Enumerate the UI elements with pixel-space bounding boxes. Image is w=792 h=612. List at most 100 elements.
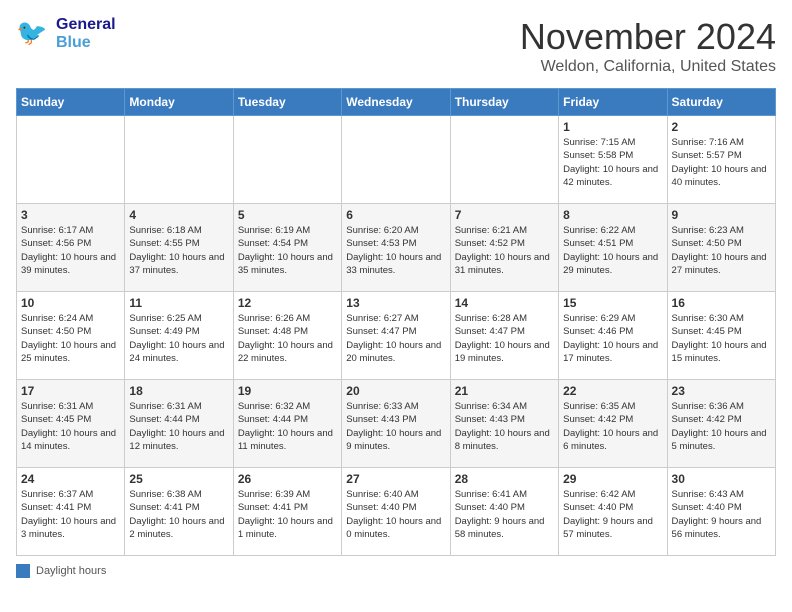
calendar-header: SundayMondayTuesdayWednesdayThursdayFrid… <box>17 89 776 116</box>
day-header-tuesday: Tuesday <box>233 89 341 116</box>
day-number: 23 <box>672 384 771 398</box>
calendar-cell: 13Sunrise: 6:27 AM Sunset: 4:47 PM Dayli… <box>342 292 450 380</box>
calendar-body: 1 Sunrise: 7:15 AM Sunset: 5:58 PM Daylig… <box>17 116 776 556</box>
day-info: Sunrise: 6:32 AM Sunset: 4:44 PM Dayligh… <box>238 400 337 453</box>
day-number: 11 <box>129 296 228 310</box>
day-number: 10 <box>21 296 120 310</box>
day-number: 28 <box>455 472 554 486</box>
day-header-friday: Friday <box>559 89 667 116</box>
day-info: Sunrise: 6:31 AM Sunset: 4:45 PM Dayligh… <box>21 400 120 453</box>
day-header-sunday: Sunday <box>17 89 125 116</box>
day-info: Sunrise: 6:21 AM Sunset: 4:52 PM Dayligh… <box>455 224 554 277</box>
day-number: 2 <box>672 120 771 134</box>
calendar-cell: 24 Sunrise: 6:37 AM Sunset: 4:41 PM Dayli… <box>17 468 125 556</box>
day-number: 19 <box>238 384 337 398</box>
calendar-cell: 5Sunrise: 6:19 AM Sunset: 4:54 PM Daylig… <box>233 204 341 292</box>
day-info: Sunrise: 6:37 AM Sunset: 4:41 PM Dayligh… <box>21 488 120 541</box>
day-info: Sunrise: 6:22 AM Sunset: 4:51 PM Dayligh… <box>563 224 662 277</box>
day-number: 24 <box>21 472 120 486</box>
logo: 🐦 General Blue <box>16 16 116 52</box>
calendar-table: SundayMondayTuesdayWednesdayThursdayFrid… <box>16 88 776 556</box>
calendar-cell: 25 Sunrise: 6:38 AM Sunset: 4:41 PM Dayli… <box>125 468 233 556</box>
calendar-cell <box>125 116 233 204</box>
calendar-cell: 3 Sunrise: 6:17 AM Sunset: 4:56 PM Daylig… <box>17 204 125 292</box>
day-number: 8 <box>563 208 662 222</box>
day-info: Sunrise: 6:31 AM Sunset: 4:44 PM Dayligh… <box>129 400 228 453</box>
day-number: 22 <box>563 384 662 398</box>
day-info: Sunrise: 6:33 AM Sunset: 4:43 PM Dayligh… <box>346 400 445 453</box>
calendar-cell: 22 Sunrise: 6:35 AM Sunset: 4:42 PM Dayli… <box>559 380 667 468</box>
day-number: 26 <box>238 472 337 486</box>
day-header-saturday: Saturday <box>667 89 775 116</box>
day-info: Sunrise: 6:38 AM Sunset: 4:41 PM Dayligh… <box>129 488 228 541</box>
calendar-cell <box>17 116 125 204</box>
week-row-2: 3 Sunrise: 6:17 AM Sunset: 4:56 PM Daylig… <box>17 204 776 292</box>
legend-box <box>16 564 30 578</box>
day-info: Sunrise: 6:24 AM Sunset: 4:50 PM Dayligh… <box>21 312 120 365</box>
calendar-cell: 16Sunrise: 6:30 AM Sunset: 4:45 PM Dayli… <box>667 292 775 380</box>
calendar-cell: 15Sunrise: 6:29 AM Sunset: 4:46 PM Dayli… <box>559 292 667 380</box>
day-info: Sunrise: 6:18 AM Sunset: 4:55 PM Dayligh… <box>129 224 228 277</box>
calendar-cell: 30 Sunrise: 6:43 AM Sunset: 4:40 PM Dayli… <box>667 468 775 556</box>
calendar-cell <box>342 116 450 204</box>
logo-icon: 🐦 <box>16 16 52 52</box>
day-info: Sunrise: 6:36 AM Sunset: 4:42 PM Dayligh… <box>672 400 771 453</box>
calendar-cell <box>450 116 558 204</box>
day-number: 30 <box>672 472 771 486</box>
svg-text:🐦: 🐦 <box>16 19 47 47</box>
calendar-cell: 18Sunrise: 6:31 AM Sunset: 4:44 PM Dayli… <box>125 380 233 468</box>
calendar-cell: 20 Sunrise: 6:33 AM Sunset: 4:43 PM Dayli… <box>342 380 450 468</box>
calendar-cell: 17 Sunrise: 6:31 AM Sunset: 4:45 PM Dayli… <box>17 380 125 468</box>
day-number: 29 <box>563 472 662 486</box>
logo-line2: Blue <box>56 34 116 52</box>
calendar-cell <box>233 116 341 204</box>
day-info: Sunrise: 6:42 AM Sunset: 4:40 PM Dayligh… <box>563 488 662 541</box>
calendar-cell: 9 Sunrise: 6:23 AM Sunset: 4:50 PM Daylig… <box>667 204 775 292</box>
day-number: 20 <box>346 384 445 398</box>
day-number: 27 <box>346 472 445 486</box>
day-info: Sunrise: 7:15 AM Sunset: 5:58 PM Dayligh… <box>563 136 662 189</box>
day-info: Sunrise: 6:41 AM Sunset: 4:40 PM Dayligh… <box>455 488 554 541</box>
calendar-cell: 26Sunrise: 6:39 AM Sunset: 4:41 PM Dayli… <box>233 468 341 556</box>
calendar-cell: 29 Sunrise: 6:42 AM Sunset: 4:40 PM Dayli… <box>559 468 667 556</box>
calendar-cell: 23 Sunrise: 6:36 AM Sunset: 4:42 PM Dayli… <box>667 380 775 468</box>
day-number: 14 <box>455 296 554 310</box>
day-info: Sunrise: 6:27 AM Sunset: 4:47 PM Dayligh… <box>346 312 445 365</box>
calendar-cell: 7Sunrise: 6:21 AM Sunset: 4:52 PM Daylig… <box>450 204 558 292</box>
day-header-wednesday: Wednesday <box>342 89 450 116</box>
day-number: 12 <box>238 296 337 310</box>
day-header-thursday: Thursday <box>450 89 558 116</box>
calendar-cell: 1 Sunrise: 7:15 AM Sunset: 5:58 PM Daylig… <box>559 116 667 204</box>
day-number: 16 <box>672 296 771 310</box>
week-row-3: 10 Sunrise: 6:24 AM Sunset: 4:50 PM Dayli… <box>17 292 776 380</box>
day-info: Sunrise: 6:29 AM Sunset: 4:46 PM Dayligh… <box>563 312 662 365</box>
day-number: 4 <box>129 208 228 222</box>
title-block: November 2024 Weldon, California, United… <box>520 16 776 76</box>
calendar-cell: 14Sunrise: 6:28 AM Sunset: 4:47 PM Dayli… <box>450 292 558 380</box>
calendar-cell: 12Sunrise: 6:26 AM Sunset: 4:48 PM Dayli… <box>233 292 341 380</box>
calendar-cell: 28 Sunrise: 6:41 AM Sunset: 4:40 PM Dayli… <box>450 468 558 556</box>
week-row-5: 24 Sunrise: 6:37 AM Sunset: 4:41 PM Dayli… <box>17 468 776 556</box>
day-number: 25 <box>129 472 228 486</box>
day-number: 17 <box>21 384 120 398</box>
day-info: Sunrise: 7:16 AM Sunset: 5:57 PM Dayligh… <box>672 136 771 189</box>
location-title: Weldon, California, United States <box>520 58 776 76</box>
day-number: 6 <box>346 208 445 222</box>
legend: Daylight hours <box>16 564 776 578</box>
week-row-1: 1 Sunrise: 7:15 AM Sunset: 5:58 PM Daylig… <box>17 116 776 204</box>
day-info: Sunrise: 6:20 AM Sunset: 4:53 PM Dayligh… <box>346 224 445 277</box>
logo-line1: General <box>56 16 116 34</box>
week-row-4: 17 Sunrise: 6:31 AM Sunset: 4:45 PM Dayli… <box>17 380 776 468</box>
day-number: 9 <box>672 208 771 222</box>
day-info: Sunrise: 6:43 AM Sunset: 4:40 PM Dayligh… <box>672 488 771 541</box>
calendar-cell: 21Sunrise: 6:34 AM Sunset: 4:43 PM Dayli… <box>450 380 558 468</box>
month-title: November 2024 <box>520 16 776 58</box>
day-number: 3 <box>21 208 120 222</box>
calendar-cell: 27Sunrise: 6:40 AM Sunset: 4:40 PM Dayli… <box>342 468 450 556</box>
day-number: 1 <box>563 120 662 134</box>
day-info: Sunrise: 6:23 AM Sunset: 4:50 PM Dayligh… <box>672 224 771 277</box>
calendar-cell: 8 Sunrise: 6:22 AM Sunset: 4:51 PM Daylig… <box>559 204 667 292</box>
day-info: Sunrise: 6:35 AM Sunset: 4:42 PM Dayligh… <box>563 400 662 453</box>
day-info: Sunrise: 6:17 AM Sunset: 4:56 PM Dayligh… <box>21 224 120 277</box>
page-header: 🐦 General Blue November 2024 Weldon, Cal… <box>16 16 776 76</box>
